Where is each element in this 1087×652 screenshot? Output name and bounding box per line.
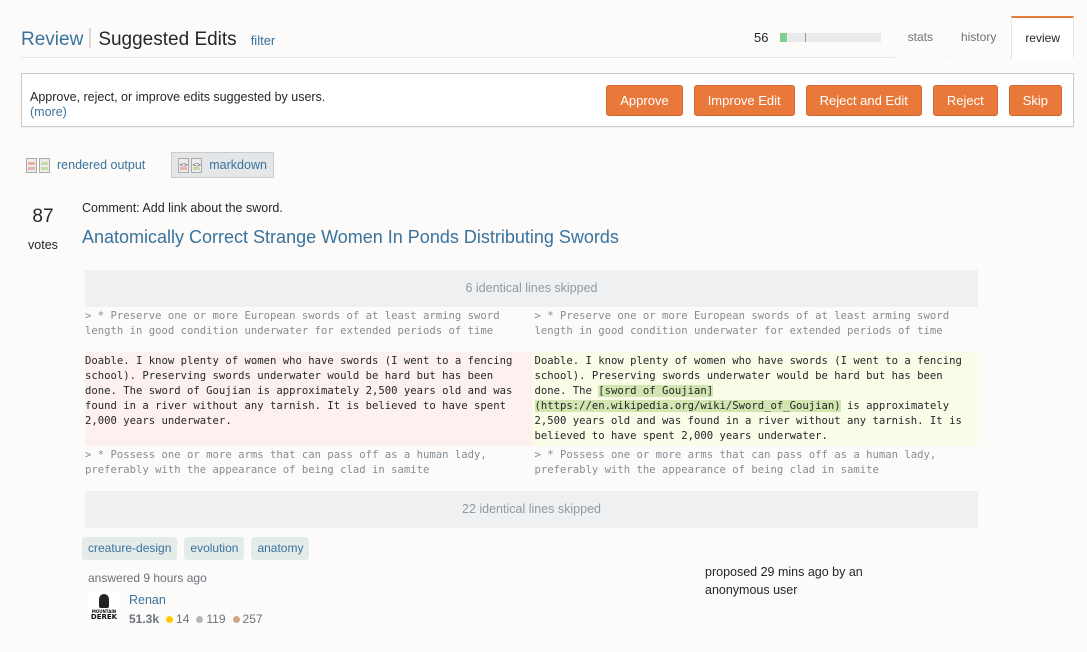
- bronze-badge-icon: [232, 615, 240, 623]
- tag-anatomy[interactable]: anatomy: [251, 537, 310, 560]
- markdown-toggle[interactable]: <> <> markdown: [171, 152, 274, 178]
- question-title[interactable]: Anatomically Correct Strange Women In Po…: [82, 227, 619, 248]
- markdown-diff-icon: <> <>: [178, 157, 203, 173]
- added-link-text: [sword of Goujian]: [598, 385, 714, 397]
- tag-evolution[interactable]: evolution: [184, 537, 245, 560]
- progress-fill: [780, 33, 787, 42]
- bronze-badge-count: 257: [242, 612, 263, 626]
- title-separator: [89, 28, 92, 48]
- rendered-diff-icon: [26, 157, 50, 173]
- post-tags: creature-design evolution anatomy: [82, 537, 310, 560]
- instructions: Approve, reject, or improve edits sugges…: [30, 90, 325, 120]
- diff-row-changed: Doable. I know plenty of women who have …: [85, 352, 978, 446]
- edit-comment: Comment: Add link about the sword.: [82, 201, 283, 215]
- progress-marker: [805, 33, 807, 42]
- approve-button[interactable]: Approve: [606, 85, 683, 116]
- skipped-lines-top[interactable]: 6 identical lines skipped: [85, 270, 978, 307]
- reputation: 51.3k: [129, 612, 160, 626]
- filter-link[interactable]: filter: [251, 33, 276, 48]
- removed-text: Doable. I know plenty of women who have …: [85, 352, 532, 446]
- author-avatar[interactable]: MOUNTAIN DEREK: [88, 591, 120, 623]
- markdown-diff: 6 identical lines skipped > * Preserve o…: [85, 270, 978, 528]
- author-stats: 51.3k 14 119 257: [129, 612, 268, 626]
- proposed-by: proposed 29 mins ago by an anonymous use…: [705, 565, 863, 597]
- gold-badge-count: 14: [176, 612, 190, 626]
- instructions-text: Approve, reject, or improve edits sugges…: [30, 90, 326, 104]
- context-right-2: > * Possess one or more arms that can pa…: [531, 446, 978, 491]
- context-left-2: > * Possess one or more arms that can pa…: [85, 446, 532, 491]
- context-left: > * Preserve one or more European swords…: [85, 307, 532, 352]
- review-actions: Approve Improve Edit Reject and Edit Rej…: [606, 85, 1062, 116]
- tag-creature-design[interactable]: creature-design: [82, 537, 178, 560]
- improve-edit-button[interactable]: Improve Edit: [693, 85, 795, 116]
- context-right: > * Preserve one or more European swords…: [531, 307, 978, 352]
- review-count: 56: [754, 30, 769, 45]
- skipped-lines-bottom[interactable]: 22 identical lines skipped: [85, 491, 978, 528]
- more-link[interactable]: (more): [30, 105, 67, 119]
- vote-summary: 87 votes: [23, 206, 63, 252]
- added-link-url: (https://en.wikipedia.org/wiki/Sword_of_…: [534, 400, 841, 412]
- page-header: Review Suggested Edits filter 56 stats h…: [21, 16, 1074, 59]
- author-name[interactable]: Renan: [129, 593, 166, 607]
- tab-history[interactable]: history: [947, 16, 1010, 58]
- gold-badge-icon: [166, 615, 174, 623]
- diff-row-context: > * Preserve one or more European swords…: [85, 307, 978, 352]
- review-link[interactable]: Review: [21, 29, 83, 51]
- review-instructions-panel: Approve, reject, or improve edits sugges…: [21, 73, 1074, 127]
- avatar-figure-icon: [99, 594, 109, 608]
- author-row: MOUNTAIN DEREK Renan 51.3k 14 119 257: [88, 591, 268, 626]
- title-row: Review Suggested Edits filter: [21, 25, 275, 51]
- page-title: Suggested Edits: [98, 29, 237, 50]
- reject-button[interactable]: Reject: [932, 85, 998, 116]
- answered-time: answered 9 hours ago: [88, 571, 207, 585]
- vote-label: votes: [28, 238, 58, 252]
- skip-button[interactable]: Skip: [1008, 85, 1062, 116]
- diff-row-context-2: > * Possess one or more arms that can pa…: [85, 446, 978, 491]
- silver-badge-icon: [196, 615, 204, 623]
- tab-stats[interactable]: stats: [894, 16, 946, 58]
- diff-view-toggles: rendered output <> <> markdown: [22, 152, 274, 178]
- author-info: Renan 51.3k 14 119 257: [129, 591, 268, 626]
- review-progress: 56: [754, 30, 882, 45]
- silver-badge-count: 119: [206, 612, 226, 626]
- vote-count: 87: [32, 206, 54, 227]
- added-text: Doable. I know plenty of women who have …: [531, 352, 978, 446]
- review-tabs: stats history review: [894, 16, 1074, 59]
- rendered-output-toggle[interactable]: rendered output: [22, 152, 151, 178]
- markdown-label: markdown: [209, 158, 267, 172]
- tab-review[interactable]: review: [1011, 16, 1074, 59]
- progress-bar: [780, 33, 882, 42]
- rendered-output-label: rendered output: [57, 158, 146, 172]
- author-card: answered 9 hours ago MOUNTAIN DEREK Rena…: [88, 571, 268, 626]
- reject-and-edit-button[interactable]: Reject and Edit: [805, 85, 922, 116]
